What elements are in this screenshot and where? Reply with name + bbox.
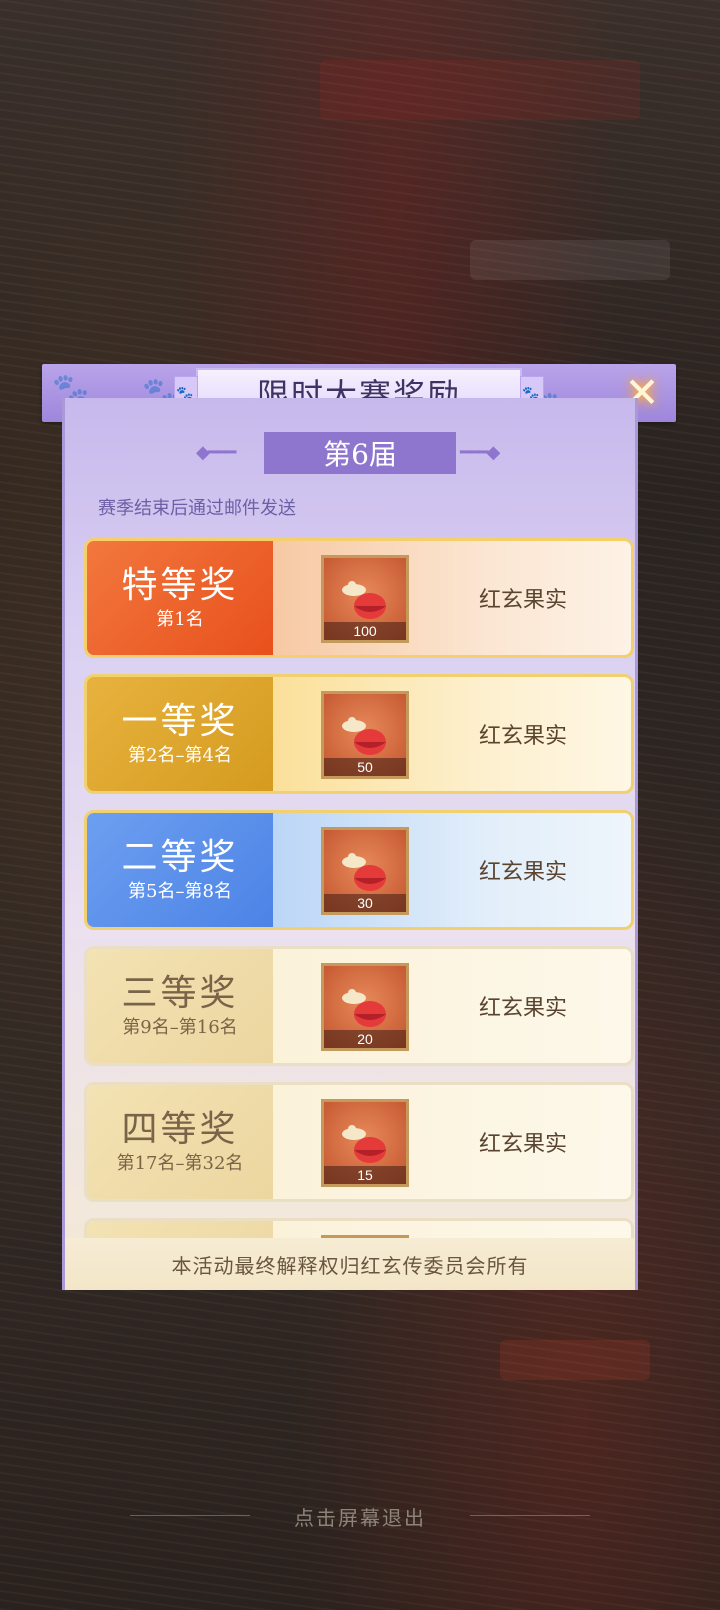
disclaimer-note: 本活动最终解释权归红玄传委员会所有 bbox=[65, 1238, 635, 1290]
reward-item-slot[interactable]: 100 bbox=[321, 555, 409, 643]
reward-row-partial bbox=[84, 1218, 634, 1238]
reward-tier: 三等奖 bbox=[121, 973, 239, 1014]
reward-rank: 第2名–第4名 bbox=[128, 745, 232, 766]
reward-item-name: 红玄果实 bbox=[479, 588, 568, 613]
reward-tier-panel: 二等奖 第5名–第8名 bbox=[87, 813, 273, 927]
reward-item-slot[interactable]: 15 bbox=[321, 1099, 409, 1187]
red-fruit-icon bbox=[342, 1125, 386, 1163]
reward-tier-panel: 一等奖 第2名–第4名 bbox=[87, 677, 273, 791]
reward-tier-panel: 四等奖 第17名–第32名 bbox=[87, 1085, 273, 1199]
reward-row: 特等奖 第1名 100 红玄果实 bbox=[84, 538, 634, 658]
red-fruit-icon bbox=[342, 989, 386, 1027]
reward-row: 三等奖 第9名–第16名 20 红玄果实 bbox=[84, 946, 634, 1066]
reward-row: 四等奖 第17名–第32名 15 红玄果实 bbox=[84, 1082, 634, 1202]
divider bbox=[470, 1515, 590, 1516]
reward-row: 二等奖 第5名–第8名 30 红玄果实 bbox=[84, 810, 634, 930]
reward-tier: 二等奖 bbox=[121, 837, 239, 878]
reward-item-slot[interactable]: 50 bbox=[321, 691, 409, 779]
reward-rank: 第17名–第32名 bbox=[116, 1153, 244, 1174]
tap-to-exit-hint[interactable]: 点击屏幕退出 bbox=[0, 1502, 720, 1531]
red-fruit-icon bbox=[342, 581, 386, 619]
red-fruit-icon bbox=[342, 717, 386, 755]
ornament-left-icon: ◆━━━ bbox=[196, 442, 236, 463]
reward-tier: 四等奖 bbox=[121, 1109, 239, 1150]
reward-row: 一等奖 第2名–第4名 50 红玄果实 bbox=[84, 674, 634, 794]
reward-item-count: 100 bbox=[324, 622, 406, 640]
reward-tier: 特等奖 bbox=[121, 565, 239, 606]
ornament-right-icon: ━━━◆ bbox=[460, 442, 500, 463]
mail-delivery-note: 赛季结束后通过邮件发送 bbox=[98, 498, 296, 518]
reward-item-slot[interactable]: 20 bbox=[321, 963, 409, 1051]
reward-tier-panel: 三等奖 第9名–第16名 bbox=[87, 949, 273, 1063]
reward-rank: 第9名–第16名 bbox=[122, 1017, 238, 1038]
reward-item-count: 30 bbox=[324, 894, 406, 912]
reward-item-slot[interactable]: 30 bbox=[321, 827, 409, 915]
reward-tier-panel: 特等奖 第1名 bbox=[87, 541, 273, 655]
reward-rank: 第5名–第8名 bbox=[128, 881, 232, 902]
reward-tier: 一等奖 bbox=[121, 701, 239, 742]
reward-item-name: 红玄果实 bbox=[479, 860, 568, 885]
reward-item-count: 50 bbox=[324, 758, 406, 776]
reward-item-count: 15 bbox=[324, 1166, 406, 1184]
reward-item-name: 红玄果实 bbox=[479, 724, 568, 749]
reward-list[interactable]: 特等奖 第1名 100 红玄果实 一等奖 第2名–第4名 50 红玄果实 二等奖… bbox=[84, 538, 634, 1238]
reward-item-name: 红玄果实 bbox=[479, 1132, 568, 1157]
background-blur-block bbox=[500, 1340, 650, 1380]
red-fruit-icon bbox=[342, 853, 386, 891]
reward-tier-panel bbox=[87, 1221, 273, 1238]
reward-item-count: 20 bbox=[324, 1030, 406, 1048]
reward-item-name: 红玄果实 bbox=[479, 996, 568, 1021]
background-blur-block bbox=[470, 240, 670, 280]
reward-rank: 第1名 bbox=[156, 609, 204, 630]
background-blur-block bbox=[320, 60, 640, 120]
season-label: 第6届 bbox=[264, 432, 456, 474]
